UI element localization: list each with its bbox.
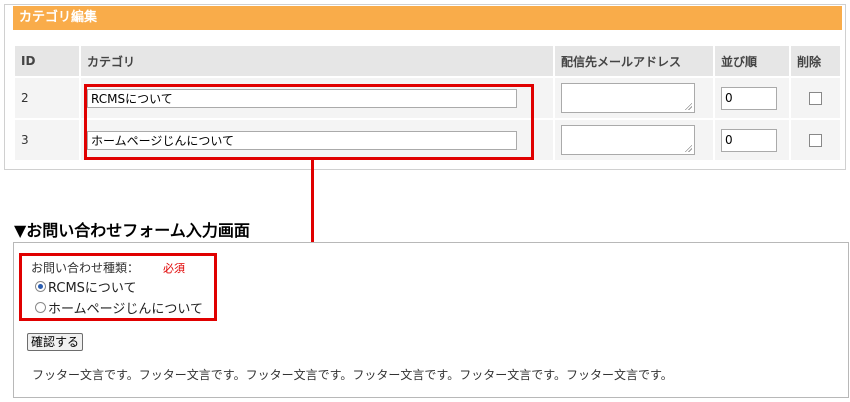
delete-cell (789, 76, 842, 120)
delete-cell (789, 118, 842, 162)
order-cell (713, 76, 791, 120)
confirm-button[interactable]: 確認する (27, 333, 84, 351)
email-textarea[interactable] (561, 83, 695, 113)
footer-text: フッター文言です。フッター文言です。フッター文言です。フッター文言です。フッター… (32, 368, 673, 382)
delete-checkbox[interactable] (809, 133, 822, 147)
email-textarea[interactable] (561, 125, 695, 155)
order-input[interactable] (721, 128, 777, 152)
row-id: 2 (13, 76, 81, 120)
order-input[interactable] (721, 86, 777, 110)
highlight-box-options (19, 253, 217, 321)
section-header: カテゴリ編集 (13, 6, 842, 30)
highlight-box-categories (84, 84, 534, 160)
resize-grip-icon[interactable] (684, 102, 692, 110)
email-cell (553, 118, 715, 162)
delete-checkbox[interactable] (809, 91, 822, 105)
order-cell (713, 118, 791, 162)
column-header-order: 並び順 (713, 44, 791, 78)
column-header-id: ID (13, 44, 81, 78)
email-cell (553, 76, 715, 120)
row-id: 3 (13, 118, 81, 162)
form-section-title: ▼お問い合わせフォーム入力画面 (14, 221, 250, 240)
column-header-category: カテゴリ (79, 44, 555, 78)
resize-grip-icon[interactable] (684, 144, 692, 152)
column-header-delete: 削除 (789, 44, 842, 78)
table-header-row: ID カテゴリ 配信先メールアドレス 並び順 削除 (13, 44, 842, 78)
column-header-email: 配信先メールアドレス (553, 44, 715, 78)
